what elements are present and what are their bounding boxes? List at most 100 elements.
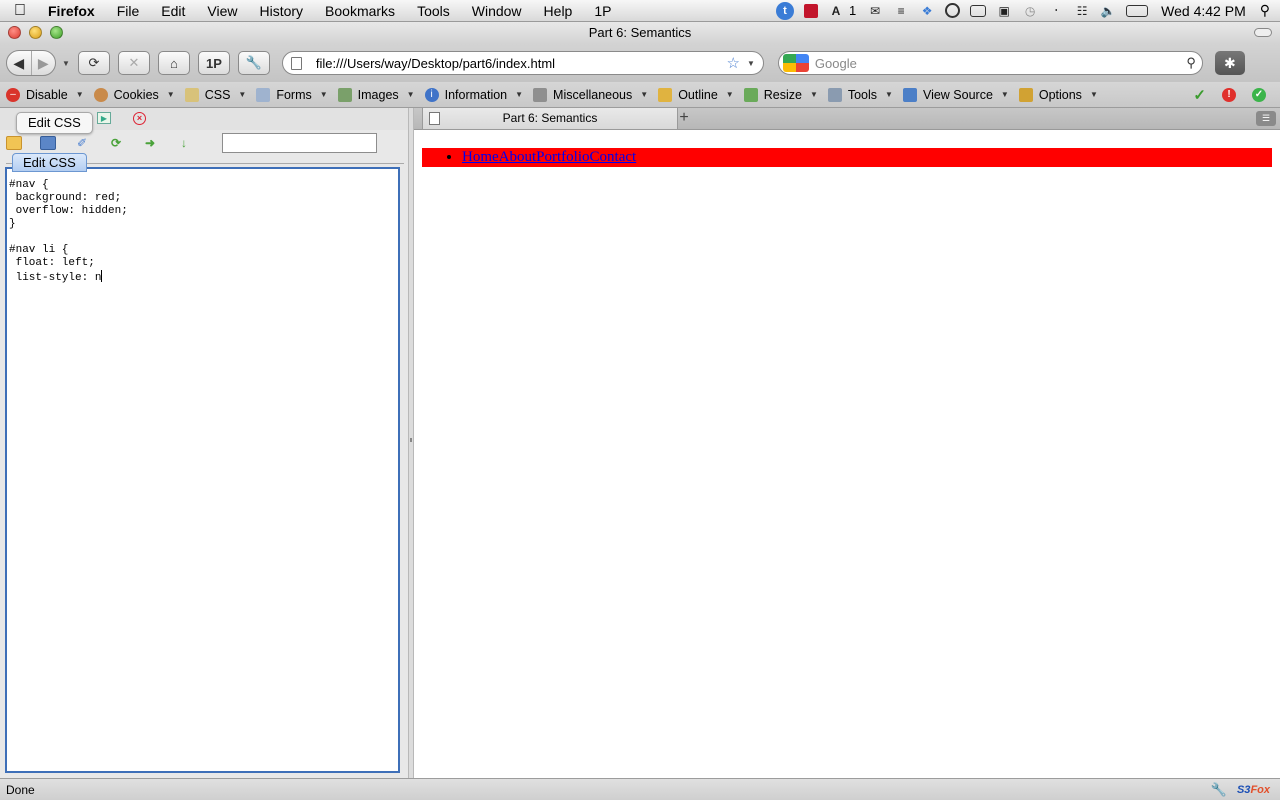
chevron-down-icon: ▼	[238, 90, 247, 99]
puzzle-icon: ✱	[1224, 54, 1236, 71]
edit-icon[interactable]: ✐	[74, 136, 90, 150]
status-tools-icon[interactable]: 🔧	[1211, 782, 1227, 798]
devbar-cookies[interactable]: Cookies ▼	[88, 82, 179, 108]
tab-title: Part 6: Semantics	[502, 111, 598, 125]
search-bar[interactable]: Google ⚲	[777, 51, 1203, 75]
html-valid-icon[interactable]: ✓	[1252, 87, 1266, 102]
reset-icon[interactable]: ⟳	[108, 136, 124, 150]
js-error-icon[interactable]: !	[1222, 87, 1236, 102]
search-icon[interactable]: ⚲	[1186, 55, 1196, 71]
reload-button[interactable]: ⟳	[77, 51, 110, 75]
devbar-options-label: Options	[1038, 87, 1082, 102]
nav-link-about[interactable]: About	[499, 149, 537, 165]
devbar-disable[interactable]: – Disable ▼	[0, 82, 88, 108]
cookies-icon	[93, 87, 108, 102]
time-machine-icon[interactable]: ◷	[1022, 4, 1038, 18]
addon-puzzle-button[interactable]: ✱	[1214, 51, 1245, 75]
tab-edit-css[interactable]: Edit CSS	[12, 153, 87, 172]
wrench-icon: 🔧	[245, 55, 263, 70]
menu-history[interactable]: History	[248, 0, 314, 22]
stop-button[interactable]: ✕	[117, 51, 150, 75]
devbar-information[interactable]: i Information ▼	[419, 82, 527, 108]
search-input[interactable]: Google	[815, 56, 1186, 71]
sidebar-close-icon[interactable]: ×	[133, 112, 146, 125]
url-dropdown-icon[interactable]: ▼	[747, 59, 755, 68]
css-valid-check-icon[interactable]: ✓	[1193, 86, 1206, 104]
close-window-button[interactable]	[8, 26, 21, 39]
forms-icon	[256, 87, 271, 102]
devbar-css[interactable]: CSS ▼	[179, 82, 251, 108]
gamepad-icon[interactable]: ▣	[996, 4, 1012, 18]
battery-icon[interactable]	[1126, 4, 1149, 17]
disable-icon: –	[6, 87, 20, 102]
status-app-icon[interactable]: t	[775, 1, 794, 20]
download-icon[interactable]: ↓	[176, 136, 192, 150]
import-icon[interactable]: ➜	[142, 136, 158, 150]
sync-icon[interactable]	[945, 3, 961, 18]
screen-share-icon[interactable]	[970, 4, 987, 17]
bluetooth-icon[interactable]: ᛫	[1048, 4, 1064, 18]
onepassword-button[interactable]: 1P	[197, 51, 230, 75]
dropbox-icon[interactable]: ❖	[919, 4, 935, 18]
menu-help[interactable]: Help	[533, 0, 584, 22]
window-title: Part 6: Semantics	[588, 25, 692, 40]
devbar-resize[interactable]: Resize ▼	[738, 82, 822, 108]
s3fox-logo[interactable]: S3Fox	[1237, 784, 1270, 796]
sidebar-pin-icon[interactable]: ▶	[97, 112, 111, 124]
bookmark-star-icon[interactable]: ☆	[727, 54, 740, 72]
mail-icon[interactable]: ✉	[867, 4, 883, 18]
wifi-icon[interactable]: ☷	[1074, 4, 1090, 18]
nav-link-contact[interactable]: Contact	[590, 149, 637, 165]
devbar-view-source[interactable]: View Source ▼	[897, 82, 1013, 108]
adobe-icon[interactable]: A	[828, 4, 844, 18]
chevron-down-icon: ▼	[75, 90, 84, 99]
toolbar-toggle-button[interactable]	[1254, 28, 1272, 37]
chevron-down-icon: ▼	[1089, 90, 1098, 99]
network-icon[interactable]: ≡	[893, 4, 909, 18]
menu-1password[interactable]: 1P	[583, 0, 622, 22]
css-icon	[184, 87, 199, 102]
devbar-outline[interactable]: Outline ▼	[652, 82, 738, 108]
devbar-miscellaneous[interactable]: Miscellaneous ▼	[527, 82, 652, 108]
tab-part6-semantics[interactable]: Part 6: Semantics	[422, 108, 678, 130]
menu-view[interactable]: View	[196, 0, 248, 22]
devbar-options[interactable]: Options ▼	[1013, 82, 1102, 108]
url-bar[interactable]: file:///Users/way/Desktop/part6/index.ht…	[281, 51, 764, 75]
home-button[interactable]: ⌂	[157, 51, 190, 75]
back-icon[interactable]: ◀	[7, 51, 31, 75]
spotlight-icon[interactable]: ⚲	[1254, 2, 1280, 19]
forward-icon[interactable]: ▶	[30, 51, 56, 75]
url-input[interactable]: file:///Users/way/Desktop/part6/index.ht…	[316, 56, 727, 71]
css-editor[interactable]: #nav { background: red; overflow: hidden…	[5, 167, 400, 773]
chevron-down-icon: ▼	[809, 90, 818, 99]
tools-wrench-button[interactable]: 🔧	[237, 51, 270, 75]
apple-menu-icon[interactable]: 	[0, 2, 40, 20]
tab-list-icon[interactable]: ☰	[1256, 111, 1276, 126]
new-tab-button[interactable]: +	[670, 108, 698, 129]
nav-link-home[interactable]: Home	[462, 149, 499, 165]
menu-edit[interactable]: Edit	[150, 0, 196, 22]
onepassword-label: 1P	[205, 55, 222, 71]
minimize-window-button[interactable]	[29, 26, 42, 39]
menu-clock[interactable]: Wed 4:42 PM	[1153, 3, 1254, 19]
stop-icon: ✕	[128, 55, 140, 70]
history-dropdown-icon[interactable]: ▼	[62, 59, 70, 68]
devbar-forms[interactable]: Forms ▼	[250, 82, 331, 108]
window-title-bar: Part 6: Semantics	[0, 22, 1280, 44]
google-engine-icon[interactable]	[782, 54, 809, 72]
menu-app-firefox[interactable]: Firefox	[40, 0, 106, 22]
open-folder-icon[interactable]	[6, 136, 22, 150]
volume-icon[interactable]: 🔈	[1100, 4, 1116, 18]
devbar-tools[interactable]: Tools ▼	[822, 82, 897, 108]
save-icon[interactable]	[40, 136, 56, 150]
menu-bookmarks[interactable]: Bookmarks	[314, 0, 406, 22]
zoom-window-button[interactable]	[50, 26, 63, 39]
devbar-images[interactable]: Images ▼	[332, 82, 419, 108]
menu-file[interactable]: File	[106, 0, 151, 22]
sidebar-search-input[interactable]	[222, 133, 377, 153]
edit-css-sidebar: Edit CSS ▶ × ✐ ⟳ ➜ ↓ Edit CSS #nav { bac…	[0, 108, 408, 778]
menu-window[interactable]: Window	[461, 0, 533, 22]
menu-tools[interactable]: Tools	[406, 0, 461, 22]
nav-link-portfolio[interactable]: Portfolio	[536, 149, 589, 165]
status-red-app-icon[interactable]	[803, 3, 818, 18]
